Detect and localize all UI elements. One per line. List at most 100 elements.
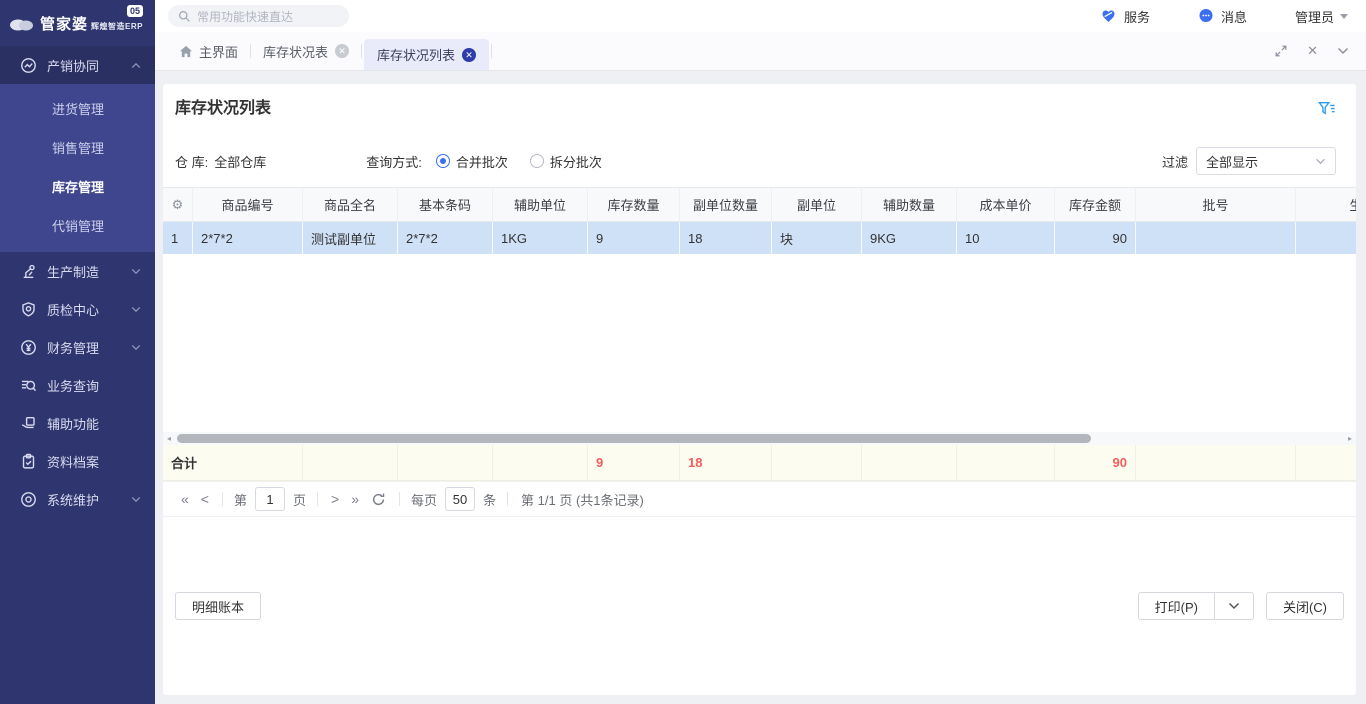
sidebar-item-label: 生产制造: [47, 262, 131, 281]
user-label: 管理员: [1295, 7, 1334, 26]
tab-separator: [361, 44, 362, 58]
refresh-icon[interactable]: [365, 492, 392, 507]
print-options-chevron-button[interactable]: [1214, 592, 1254, 620]
column-header[interactable]: 副单位数量: [680, 188, 772, 221]
total-cell: 90: [1055, 445, 1136, 480]
sidebar-subitem-inventory-mgmt[interactable]: 库存管理: [0, 168, 155, 207]
tab-close-icon[interactable]: ✕: [335, 44, 349, 58]
brand-name: 管家婆: [40, 13, 88, 34]
sidebar-item-finance-mgmt[interactable]: 财务管理: [0, 328, 155, 366]
print-split-button: 打印(P): [1138, 592, 1254, 620]
tabbar: 主界面库存状况表✕库存状况列表✕ ✕: [155, 32, 1366, 71]
page-summary: 第 1/1 页 (共1条记录): [521, 490, 644, 509]
table-cell: 18: [680, 222, 772, 254]
sidebar-item-label: 系统维护: [47, 490, 131, 509]
total-cell: [957, 445, 1055, 480]
sidebar-item-production-sales-collab[interactable]: 产销协同: [0, 46, 155, 84]
table-cell: 1KG: [493, 222, 588, 254]
table-header-row: ⚙商品编号商品全名基本条码辅助单位库存数量副单位数量副单位辅助数量成本单价库存金…: [163, 187, 1356, 222]
divider: [317, 492, 318, 506]
column-settings-button[interactable]: ⚙: [163, 188, 193, 221]
table-cell: 块: [772, 222, 862, 254]
tab-inventory-status[interactable]: 库存状况表 ✕: [253, 32, 359, 70]
radio-label: 合并批次: [456, 152, 508, 171]
divider: [222, 492, 223, 506]
column-header[interactable]: 基本条码: [398, 188, 493, 221]
page-suffix: 页: [293, 490, 306, 509]
message-menu[interactable]: 消息: [1198, 7, 1247, 26]
sidebar-item-label: 财务管理: [47, 338, 131, 357]
column-header[interactable]: 辅助数量: [862, 188, 957, 221]
global-search-input[interactable]: 常用功能快速直达: [168, 5, 349, 27]
sidebar-item-manufacturing[interactable]: 生产制造: [0, 252, 155, 290]
sidebar-item-system-maintenance[interactable]: 系统维护: [0, 480, 155, 518]
topbar-right: 服务 消息 管理员: [1052, 7, 1348, 26]
content-area: 库存状况列表 仓 库: 全部仓库 查询方式: 合并批次拆分批次 过滤: [155, 71, 1366, 704]
scrollbar-thumb[interactable]: [177, 434, 1091, 443]
prev-page-button[interactable]: <: [195, 491, 215, 507]
print-button[interactable]: 打印(P): [1138, 592, 1215, 620]
sidebar-item-data-archives[interactable]: 资料档案: [0, 442, 155, 480]
filter-select[interactable]: 全部显示: [1196, 147, 1336, 175]
warehouse-label: 仓 库:: [175, 152, 208, 171]
totals-row: 合计91890: [163, 445, 1356, 481]
per-page-prefix: 每页: [411, 490, 437, 509]
total-cell: [772, 445, 862, 480]
display-filter-group: 过滤 全部显示: [1162, 147, 1336, 175]
column-header[interactable]: 辅助单位: [493, 188, 588, 221]
tab-home[interactable]: 主界面: [169, 32, 248, 70]
per-page-input[interactable]: [445, 487, 475, 511]
detail-ledger-button[interactable]: 明细账本: [175, 592, 261, 620]
tab-label: 主界面: [199, 42, 238, 61]
divider: [507, 492, 508, 506]
user-menu[interactable]: 管理员: [1295, 7, 1348, 26]
scroll-left-arrow[interactable]: ◂: [163, 432, 175, 445]
scrollbar-track[interactable]: [175, 432, 1344, 445]
sidebar-subitem-purchase-mgmt[interactable]: 进货管理: [0, 90, 155, 129]
filter-funnel-icon[interactable]: [1318, 101, 1336, 117]
radio-unselected[interactable]: 拆分批次: [530, 152, 602, 171]
clipboard-icon: [20, 453, 37, 470]
column-header[interactable]: 副单位: [772, 188, 862, 221]
first-page-button[interactable]: «: [175, 491, 195, 507]
tab-close-icon[interactable]: ✕: [462, 48, 476, 62]
sidebar-subitem-sales-mgmt[interactable]: 销售管理: [0, 129, 155, 168]
footer-right: 打印(P) 关闭(C): [1138, 592, 1344, 620]
radio-label: 拆分批次: [550, 152, 602, 171]
column-header[interactable]: 生产日期: [1296, 188, 1356, 221]
table-cell: 9KG: [862, 222, 957, 254]
column-header[interactable]: 库存金额: [1055, 188, 1136, 221]
warehouse-value: 全部仓库: [214, 152, 266, 171]
radio-selected[interactable]: 合并批次: [436, 152, 508, 171]
scroll-right-arrow[interactable]: ▸: [1344, 432, 1356, 445]
service-menu[interactable]: 服务: [1100, 7, 1150, 26]
sidebar-subitem-consignment-mgmt[interactable]: 代销管理: [0, 207, 155, 246]
close-all-tabs-icon[interactable]: ✕: [1307, 43, 1318, 59]
table-cell: 2*7*2: [398, 222, 493, 254]
close-button[interactable]: 关闭(C): [1266, 592, 1344, 620]
chevron-down-icon: [131, 344, 141, 351]
brand-subtitle: 辉煌智造ERP: [91, 21, 143, 32]
tab-list-chevron-icon[interactable]: [1337, 47, 1349, 55]
service-label: 服务: [1124, 7, 1150, 26]
column-header[interactable]: 商品全名: [303, 188, 398, 221]
column-header[interactable]: 成本单价: [957, 188, 1055, 221]
fullscreen-icon[interactable]: [1274, 44, 1288, 58]
column-header[interactable]: 库存数量: [588, 188, 680, 221]
search-list-icon: [20, 377, 37, 394]
next-page-button[interactable]: >: [325, 491, 345, 507]
total-value: 90: [1113, 455, 1127, 470]
tabs-container: 主界面库存状况表✕库存状况列表✕: [169, 32, 494, 70]
tab-inventory-status-list[interactable]: 库存状况列表✕: [364, 39, 489, 70]
table-row[interactable]: 12*7*2测试副单位2*7*21KG918块9KG1090: [163, 222, 1356, 254]
radio-dot-icon: [530, 154, 544, 168]
tab-label: 库存状况表: [263, 42, 328, 61]
total-cell: [1296, 445, 1356, 480]
sidebar-item-business-query[interactable]: 业务查询: [0, 366, 155, 404]
page-number-input[interactable]: [255, 487, 285, 511]
sidebar-item-quality-center[interactable]: 质检中心: [0, 290, 155, 328]
last-page-button[interactable]: »: [345, 491, 365, 507]
sidebar-item-auxiliary-functions[interactable]: 辅助功能: [0, 404, 155, 442]
column-header[interactable]: 商品编号: [193, 188, 303, 221]
column-header[interactable]: 批号: [1136, 188, 1296, 221]
